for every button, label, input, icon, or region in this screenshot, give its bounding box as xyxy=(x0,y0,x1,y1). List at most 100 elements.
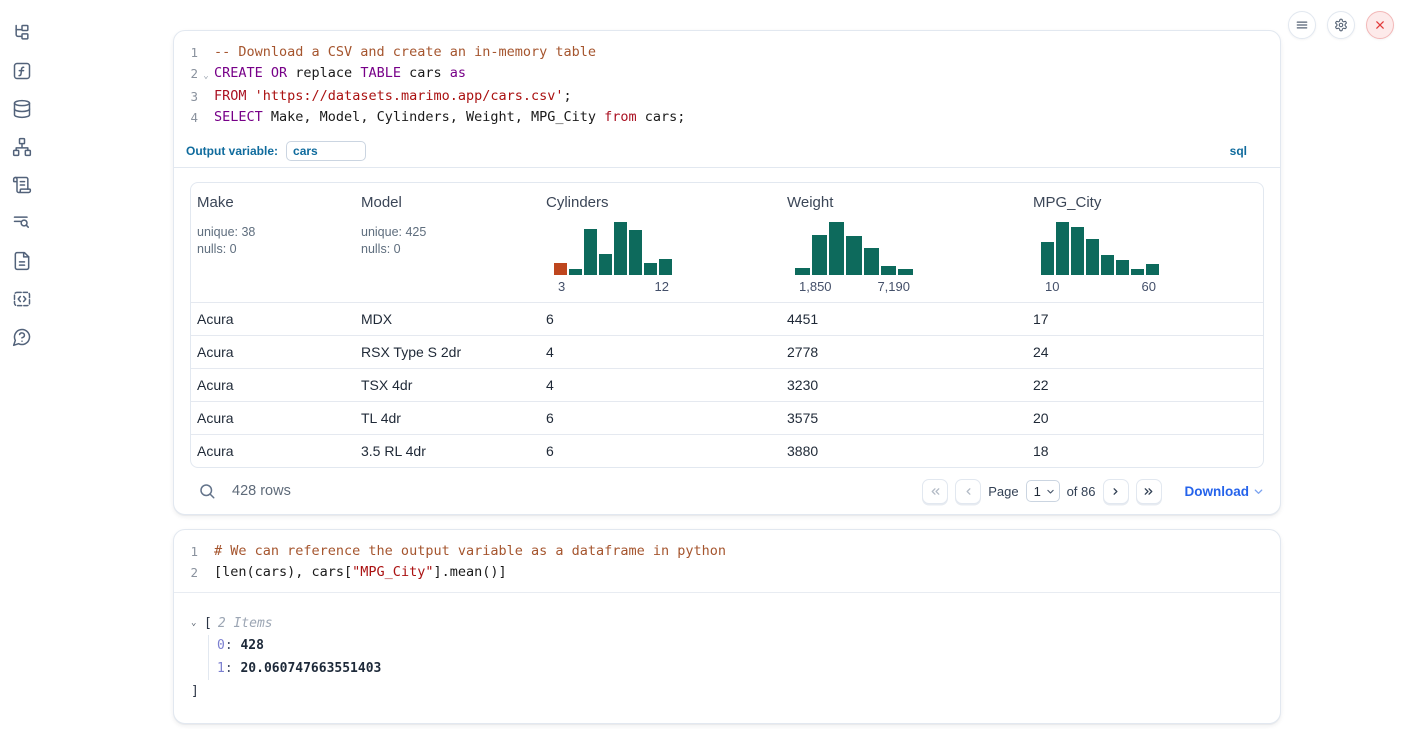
output-variable-row: Output variable: sql xyxy=(174,137,1280,168)
items-count-label: 2 Items xyxy=(218,616,273,631)
collapse-chevron-icon[interactable]: ⌄ xyxy=(191,618,204,628)
data-table: Make unique: 38 nulls: 0 Model unique: 4… xyxy=(190,182,1264,468)
code-line: 3 FROM 'https://datasets.marimo.app/cars… xyxy=(174,86,1280,107)
histogram-bar xyxy=(614,222,627,275)
mpg-city-histogram: 10 60 xyxy=(1041,219,1159,294)
shutdown-close-button[interactable] xyxy=(1366,11,1394,39)
functions-icon[interactable] xyxy=(11,60,33,82)
python-code-editor[interactable]: 1 # We can reference the output variable… xyxy=(174,530,1280,593)
output-variable-label: Output variable: xyxy=(186,144,278,158)
histogram-bar xyxy=(644,263,657,275)
code-line: 1 # We can reference the output variable… xyxy=(174,541,1280,562)
code-line: 4 SELECT Make, Model, Cylinders, Weight,… xyxy=(174,107,1280,128)
help-icon[interactable] xyxy=(11,326,33,348)
language-badge[interactable]: sql xyxy=(1230,144,1247,158)
histogram-bar xyxy=(1101,255,1114,275)
menu-button[interactable] xyxy=(1288,11,1316,39)
sql-code-editor[interactable]: 1 -- Download a CSV and create an in-mem… xyxy=(174,31,1280,137)
histogram-bar xyxy=(864,248,879,275)
histogram-bar xyxy=(881,266,896,275)
page-number-select[interactable]: 1 xyxy=(1026,480,1060,502)
scroll-icon[interactable] xyxy=(11,174,33,196)
table-header: Make unique: 38 nulls: 0 Model unique: 4… xyxy=(191,183,1263,302)
column-stats: unique: 38 nulls: 0 xyxy=(197,224,347,257)
top-controls xyxy=(1288,11,1394,39)
histogram-bar xyxy=(1146,264,1159,275)
column-header-make[interactable]: Make unique: 38 nulls: 0 xyxy=(191,183,355,302)
histogram-bar xyxy=(898,269,913,275)
file-tree-icon[interactable] xyxy=(11,22,33,44)
column-header-mpg-city[interactable]: MPG_City 10 60 xyxy=(1027,183,1263,302)
table-row[interactable]: Acura 3.5 RL 4dr 6 3880 18 xyxy=(191,434,1263,467)
sql-cell: 1 -- Download a CSV and create an in-mem… xyxy=(173,30,1281,515)
line-number: 2 xyxy=(174,562,198,583)
histogram-bar xyxy=(599,254,612,275)
first-page-button[interactable] xyxy=(922,479,948,504)
code-line: 2 [len(cars), cars["MPG_City"].mean()] xyxy=(174,562,1280,583)
prev-page-button[interactable] xyxy=(955,479,981,504)
document-icon[interactable] xyxy=(11,250,33,272)
table-row[interactable]: Acura TSX 4dr 4 3230 22 xyxy=(191,368,1263,401)
page-label: Page xyxy=(988,484,1018,499)
histogram-bar xyxy=(569,269,582,275)
weight-histogram: 1,850 7,190 xyxy=(795,219,913,294)
histogram-bar xyxy=(846,236,861,275)
cylinders-histogram: 3 12 xyxy=(554,219,672,294)
code-line: 2 ⌄ CREATE OR replace TABLE cars as xyxy=(174,63,1280,86)
last-page-button[interactable] xyxy=(1136,479,1162,504)
histogram-bar xyxy=(584,229,597,275)
tree-item: 0: 428 xyxy=(217,635,1264,658)
search-logs-icon[interactable] xyxy=(11,212,33,234)
table-row[interactable]: Acura TL 4dr 6 3575 20 xyxy=(191,401,1263,434)
histogram-bar xyxy=(1116,260,1129,275)
histogram-axis-labels: 1,850 7,190 xyxy=(795,279,913,294)
tree-children: 0: 428 1: 20.060747663551403 xyxy=(208,635,1264,680)
cell-output-tree: ⌄ [ 2 Items 0: 428 1: 20.060747663551403… xyxy=(174,593,1280,723)
output-variable-input[interactable] xyxy=(286,141,366,161)
line-number: 1 xyxy=(174,42,198,63)
python-cell: 1 # We can reference the output variable… xyxy=(173,529,1281,724)
histogram-bar xyxy=(1056,222,1069,275)
column-header-cylinders[interactable]: Cylinders 3 12 xyxy=(540,183,781,302)
next-page-button[interactable] xyxy=(1103,479,1129,504)
settings-gear-button[interactable] xyxy=(1327,11,1355,39)
chevron-down-icon xyxy=(1046,487,1055,496)
pagination: Page 1 of 86 Download xyxy=(922,479,1264,504)
line-number: 4 xyxy=(174,107,198,128)
download-button[interactable]: Download xyxy=(1185,484,1265,499)
table-row[interactable]: Acura MDX 6 4451 17 xyxy=(191,302,1263,335)
notebook-area: 1 -- Download a CSV and create an in-mem… xyxy=(173,30,1281,724)
histogram-axis-labels: 3 12 xyxy=(554,279,672,294)
search-icon[interactable] xyxy=(198,482,216,500)
tree-root-line: ⌄ [ 2 Items xyxy=(191,613,1264,633)
line-number: 1 xyxy=(174,541,198,562)
fold-chevron-icon[interactable]: ⌄ xyxy=(198,63,214,86)
histogram-bar xyxy=(629,230,642,275)
tree-item: 1: 20.060747663551403 xyxy=(217,658,1264,681)
column-header-model[interactable]: Model unique: 425 nulls: 0 xyxy=(355,183,540,302)
histogram-bar xyxy=(1131,269,1144,275)
histogram-bar xyxy=(1041,242,1054,275)
histogram-bar xyxy=(659,259,672,275)
line-number: 2 xyxy=(174,63,198,86)
table-row[interactable]: Acura RSX Type S 2dr 4 2778 24 xyxy=(191,335,1263,368)
code-line: 1 -- Download a CSV and create an in-mem… xyxy=(174,42,1280,63)
column-header-weight[interactable]: Weight 1,850 7,190 xyxy=(781,183,1027,302)
histogram-bar xyxy=(795,268,810,275)
histogram-bar xyxy=(1086,239,1099,275)
line-number: 3 xyxy=(174,86,198,107)
column-stats: unique: 425 nulls: 0 xyxy=(361,224,532,257)
dependency-graph-icon[interactable] xyxy=(11,136,33,158)
histogram-bar xyxy=(554,263,567,275)
histogram-bar xyxy=(829,222,844,275)
table-footer: 428 rows Page 1 of 86 xyxy=(190,468,1264,514)
page-of-label: of 86 xyxy=(1067,484,1096,499)
chevron-down-icon xyxy=(1253,486,1264,497)
histogram-bar xyxy=(812,235,827,275)
histogram-axis-labels: 10 60 xyxy=(1041,279,1159,294)
row-count: 428 rows xyxy=(232,483,291,499)
histogram-bar xyxy=(1071,227,1084,275)
snippets-icon[interactable] xyxy=(11,288,33,310)
database-icon[interactable] xyxy=(11,98,33,120)
left-sidebar xyxy=(0,0,44,729)
